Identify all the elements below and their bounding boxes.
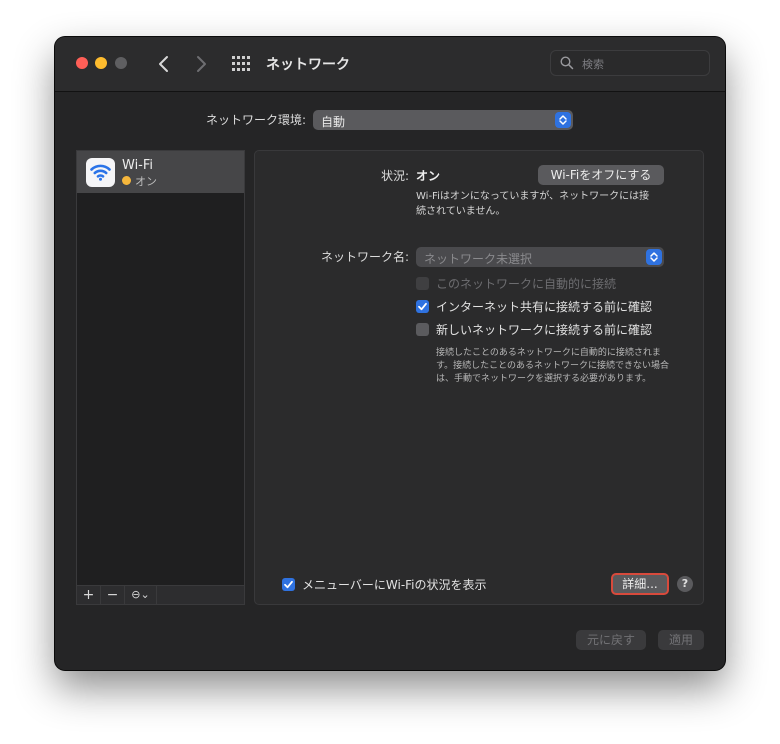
revert-button[interactable]: 元に戻す [576,630,646,650]
wifi-icon [86,158,115,187]
ask-new-network-checkbox[interactable] [416,323,429,336]
service-status: オン [135,175,157,188]
service-list: Wi-Fi オン [76,150,245,605]
status-value: オン [416,169,441,183]
status-dot-icon [122,176,131,185]
wifi-off-button[interactable]: Wi-Fiをオフにする [538,165,664,185]
join-note-line-1: 接続したことのあるネットワークに自動的に接続されま [436,348,661,358]
menubar-status-checkbox[interactable] [282,578,295,591]
status-description-line-2: 続されていません。 [416,206,506,217]
location-label: ネットワーク環境: [206,113,307,127]
apply-button[interactable]: 適用 [658,630,704,650]
action-menu-button[interactable]: ⊖⌄ [125,586,157,604]
close-button[interactable] [76,57,88,69]
window-title: ネットワーク [266,57,350,73]
status-label: 状況: [381,169,410,183]
service-item-wifi[interactable]: Wi-Fi オン [77,151,244,193]
network-name-select[interactable]: ネットワーク未選択 [416,247,664,267]
checkmark-icon [284,580,293,589]
minimize-button[interactable] [95,57,107,69]
zoom-button[interactable] [115,57,127,69]
service-name: Wi-Fi [122,158,154,173]
title-bar: ネットワーク [55,37,725,92]
checkmark-icon [418,302,427,311]
remove-service-button[interactable]: − [101,586,125,604]
help-button[interactable]: ? [677,576,693,592]
network-name-value: ネットワーク未選択 [424,252,533,266]
menubar-status-label: メニューバーにWi-Fiの状況を表示 [302,578,487,592]
search-field[interactable] [550,50,710,76]
status-description-line-1: Wi-Fiはオンになっていますが、ネットワークには接 [416,191,650,202]
search-icon [560,56,574,70]
select-stepper-icon [555,112,571,128]
auto-join-checkbox[interactable] [416,277,429,290]
join-note-line-3: は、手動でネットワークを選択する必要があります。 [436,374,652,384]
ask-hotspot-label: インターネット共有に接続する前に確認 [436,300,653,314]
back-button[interactable] [154,53,174,75]
network-name-label: ネットワーク名: [321,250,410,264]
location-select[interactable]: 自動 [313,110,573,130]
add-service-button[interactable]: + [77,586,101,604]
search-input[interactable] [580,54,704,74]
join-note-line-2: す。接続したことのあるネットワークに接続できない場合 [436,361,670,371]
location-value: 自動 [321,115,346,129]
select-stepper-icon [646,249,662,265]
chevron-right-icon [197,56,206,72]
show-all-grid-icon[interactable] [232,56,250,72]
ask-new-network-label: 新しいネットワークに接続する前に確認 [436,323,653,337]
ask-hotspot-checkbox[interactable] [416,300,429,313]
chevron-left-icon [159,56,168,72]
forward-button[interactable] [191,53,211,75]
network-preferences-window: ネットワーク ネットワーク環境: 自動 [55,37,725,670]
auto-join-label: このネットワークに自動的に接続 [436,277,617,291]
wifi-detail-panel: 状況: オン Wi-Fiをオフにする Wi-Fiはオンになっていますが、ネットワ… [254,150,704,605]
service-list-toolbar: + − ⊖⌄ [76,585,245,605]
advanced-button[interactable]: 詳細... [611,573,669,595]
